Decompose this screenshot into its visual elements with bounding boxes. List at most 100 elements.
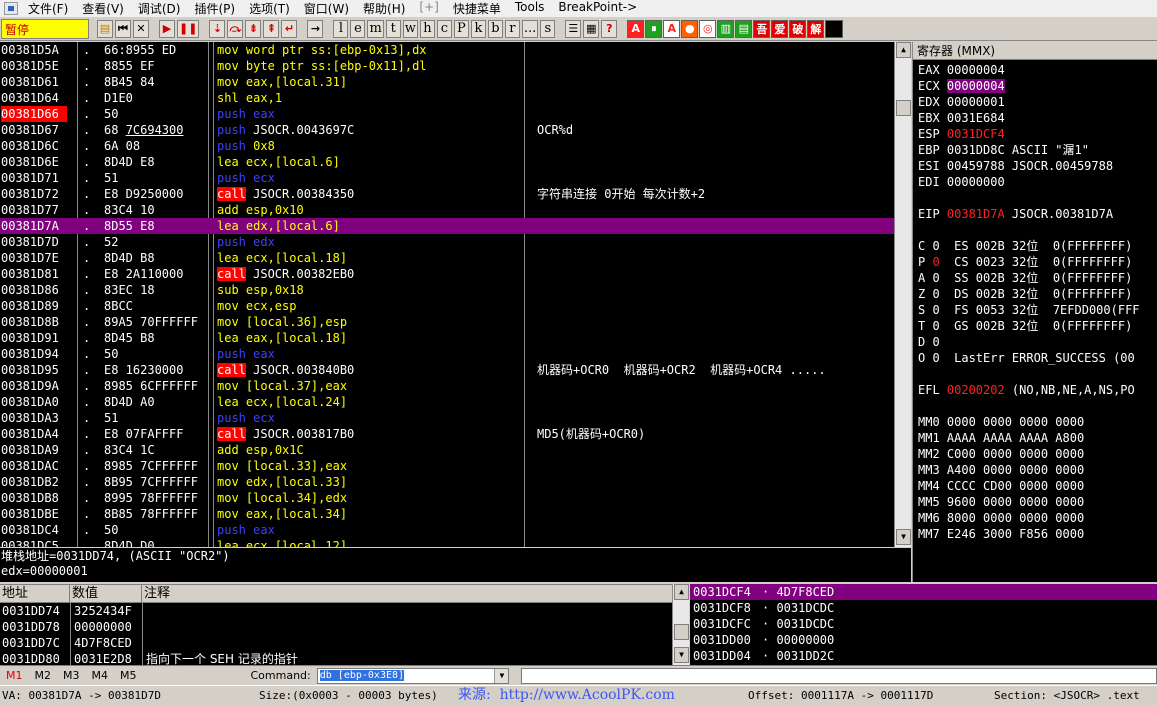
disasm-row[interactable]: 00381DBE. 8B85 78FFFFFF mov eax,[local.34]: [0, 506, 894, 522]
window-button-6[interactable]: c: [436, 19, 452, 38]
disasm-row[interactable]: 00381DAC. 8985 7CFFFFFF mov [local.33],eax: [0, 458, 894, 474]
disasm-row[interactable]: 00381DC4. 50 push eax: [0, 522, 894, 538]
command-input[interactable]: db [ebp-0x3E8] ▼: [316, 667, 510, 684]
stack-row[interactable]: 0031DCF4 · 4D7F8CED: [690, 584, 1157, 600]
register-line[interactable]: MM5 9600 0000 0000 0000: [918, 494, 1084, 510]
dump-row[interactable]: 0031DD74 3252434F: [0, 603, 672, 619]
register-line[interactable]: MM3 A400 0000 0000 0000: [918, 462, 1084, 478]
disasm-row[interactable]: 00381DA4. E8 07FAFFFF call JSOCR.003817B0 M…: [0, 426, 894, 442]
stack-row[interactable]: 0031DCFC · 0031DCDC: [690, 616, 1157, 632]
open-file-icon[interactable]: ▤: [97, 19, 113, 38]
plugin-l-icon[interactable]: [825, 19, 844, 38]
menu-item-3[interactable]: 插件(P): [187, 0, 242, 17]
disasm-row[interactable]: 00381D91. 8D45 B8 lea eax,[local.18]: [0, 330, 894, 346]
window-button-3[interactable]: t: [385, 19, 401, 38]
disasm-row[interactable]: 00381DC5. 8D4D D0 lea ecx,[local.12]: [0, 538, 894, 547]
menu-item-10[interactable]: BreakPoint->: [551, 0, 644, 17]
menu-item-1[interactable]: 查看(V): [75, 0, 131, 17]
dump-row[interactable]: 0031DD80 0031E2D8 指向下一个 SEH 记录的指针: [0, 651, 672, 665]
memory-tab-m2[interactable]: M2: [29, 669, 58, 682]
memory-tab-m1[interactable]: M1: [0, 669, 29, 682]
stack-row[interactable]: 0031DCF8 · 0031DCDC: [690, 600, 1157, 616]
window-button-0[interactable]: l: [333, 19, 349, 38]
disasm-row[interactable]: 00381D86. 83EC 18 sub esp,0x18: [0, 282, 894, 298]
menu-item-9[interactable]: Tools: [508, 0, 552, 17]
register-line[interactable]: MM1 AAAA AAAA AAAA A800: [918, 430, 1084, 446]
disasm-row[interactable]: 00381D81. E8 2A110000 call JSOCR.00382EB0: [0, 266, 894, 282]
register-line[interactable]: EDX 00000001: [918, 94, 1005, 110]
register-line[interactable]: ESI 00459788 JSOCR.00459788: [918, 158, 1113, 174]
register-line[interactable]: S 0 FS 0053 32位 7EFDD000(FFF: [918, 302, 1140, 318]
plugin-g-icon[interactable]: ▤: [735, 19, 753, 38]
close-icon[interactable]: ✕: [133, 19, 149, 38]
window-button-4[interactable]: w: [402, 19, 418, 38]
options-icon[interactable]: ☰: [565, 19, 582, 38]
menu-item-4[interactable]: 选项(T): [242, 0, 297, 17]
register-line[interactable]: EIP 00381D7A JSOCR.00381D7A: [918, 206, 1113, 222]
plugin-i-icon[interactable]: 爱: [771, 19, 789, 38]
disasm-row[interactable]: 00381DA3. 51 push ecx: [0, 410, 894, 426]
execute-till-return-icon[interactable]: ↵: [281, 19, 298, 38]
disasm-row[interactable]: 00381D64. D1E0 shl eax,1: [0, 90, 894, 106]
stack-row[interactable]: 0031DD00 · 00000000: [690, 632, 1157, 648]
window-button-8[interactable]: k: [470, 19, 486, 38]
dump-row[interactable]: 0031DD7C 4D7F8CED: [0, 635, 672, 651]
registers-pane[interactable]: 寄存器 (MMX) EAX 00000004 ECX 00000004 EDX 00…: [912, 42, 1157, 582]
disasm-row[interactable]: 00381D5E. 8855 EF mov byte ptr ss:[ebp-0x1…: [0, 58, 894, 74]
memory-tab-m5[interactable]: M5: [114, 669, 143, 682]
menu-item-8[interactable]: 快捷菜单: [446, 0, 508, 17]
step-into-icon[interactable]: ⇣: [209, 19, 226, 38]
disasm-row[interactable]: 00381D5A. 66:8955 ED mov word ptr ss:[ebp-…: [0, 42, 894, 58]
disasm-row[interactable]: 00381D77. 83C4 10 add esp,0x10: [0, 202, 894, 218]
disasm-row[interactable]: 00381D71. 51 push ecx: [0, 170, 894, 186]
window-button-1[interactable]: e: [350, 19, 366, 38]
memory-tab-m3[interactable]: M3: [57, 669, 86, 682]
dump-pane[interactable]: 0031DD74 3252434F 0031DD78 00000000 0031DD7C…: [0, 603, 672, 665]
menu-item-7[interactable]: [+]: [412, 0, 445, 17]
disassembly-scrollbar[interactable]: ▲ ▼: [894, 42, 911, 547]
register-line[interactable]: MM7 E246 3000 F856 0000: [918, 526, 1084, 542]
window-button-2[interactable]: m: [367, 19, 384, 38]
plugin-d-icon[interactable]: ●: [681, 19, 699, 38]
register-line[interactable]: EBX 0031E684: [918, 110, 1005, 126]
register-line[interactable]: EAX 00000004: [918, 62, 1005, 78]
register-line[interactable]: D 0: [918, 334, 940, 350]
scroll-up-icon[interactable]: ▲: [896, 42, 911, 58]
register-line[interactable]: EDI 00000000: [918, 174, 1005, 190]
register-line[interactable]: Z 0 DS 002B 32位 0(FFFFFFFF): [918, 286, 1132, 302]
disasm-row[interactable]: 00381D7E. 8D4D B8 lea ecx,[local.18]: [0, 250, 894, 266]
register-line[interactable]: EFL 00200202 (NO,NB,NE,A,NS,PO: [918, 382, 1135, 398]
disasm-row[interactable]: 00381D9A. 8985 6CFFFFFF mov [local.37],eax: [0, 378, 894, 394]
chevron-down-icon[interactable]: ▼: [494, 668, 509, 683]
plugin-h-icon[interactable]: 吾: [753, 19, 771, 38]
dump-col-value[interactable]: 数值: [70, 585, 142, 602]
register-line[interactable]: MM0 0000 0000 0000 0000: [918, 414, 1084, 430]
register-line[interactable]: MM4 CCCC CD00 0000 0000: [918, 478, 1084, 494]
run-icon[interactable]: ▶: [159, 19, 175, 38]
register-line[interactable]: ECX 00000004: [918, 78, 1005, 94]
menu-item-6[interactable]: 帮助(H): [356, 0, 412, 17]
disasm-row[interactable]: 00381D6E. 8D4D E8 lea ecx,[local.6]: [0, 154, 894, 170]
disasm-row[interactable]: 00381D72. E8 D9250000 call JSOCR.00384350 字…: [0, 186, 894, 202]
memory-tab-m4[interactable]: M4: [86, 669, 115, 682]
dump-col-comment[interactable]: 注释: [142, 585, 672, 602]
window-button-10[interactable]: r: [504, 19, 520, 38]
disasm-row[interactable]: 00381D7D. 52 push edx: [0, 234, 894, 250]
dump-row[interactable]: 0031DD78 00000000: [0, 619, 672, 635]
disasm-row[interactable]: 00381D95. E8 16230000 call JSOCR.003840B0 机…: [0, 362, 894, 378]
dump-scroll-up-icon[interactable]: ▲: [674, 584, 689, 600]
register-line[interactable]: ESP 0031DCF4: [918, 126, 1005, 142]
register-line[interactable]: A 0 SS 002B 32位 0(FFFFFFFF): [918, 270, 1132, 286]
window-button-12[interactable]: s: [540, 19, 556, 38]
plugin-a-icon[interactable]: A: [627, 19, 645, 38]
register-line[interactable]: P 0 CS 0023 32位 0(FFFFFFFF): [918, 254, 1132, 270]
disasm-row[interactable]: 00381D67. 68 7C694300 push JSOCR.0043697C O…: [0, 122, 894, 138]
disasm-row[interactable]: 00381D7A. 8D55 E8 lea edx,[local.6]: [0, 218, 894, 234]
pause-icon[interactable]: ❚❚: [177, 19, 200, 38]
register-line[interactable]: T 0 GS 002B 32位 0(FFFFFFFF): [918, 318, 1132, 334]
plugin-c-icon[interactable]: A: [663, 19, 681, 38]
help-icon[interactable]: ?: [601, 19, 618, 38]
window-button-9[interactable]: b: [487, 19, 503, 38]
menu-item-5[interactable]: 窗口(W): [297, 0, 356, 17]
menu-item-2[interactable]: 调试(D): [131, 0, 188, 17]
